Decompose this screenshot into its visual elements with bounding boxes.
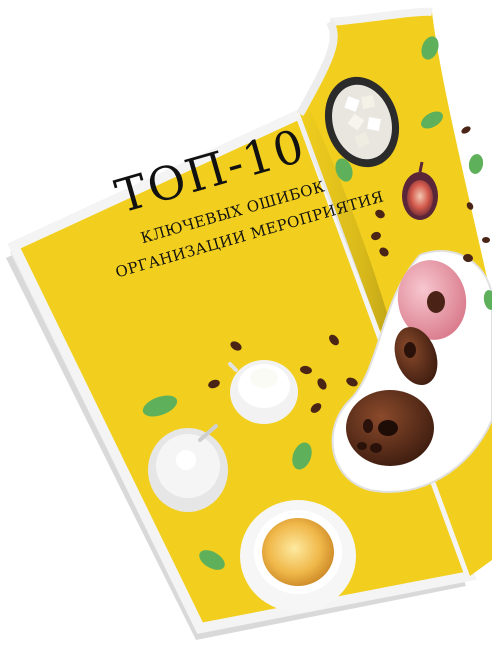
magazine-illustration [6, 7, 492, 640]
tea-cup [240, 500, 356, 612]
big-chocolate-donut [346, 390, 434, 466]
magazine-mockup: ТОП-10 КЛЮЧЕВЫХ ОШИБОК ОРГАНИЗАЦИИ МЕРОП… [0, 0, 492, 649]
milk-jug [228, 360, 298, 424]
